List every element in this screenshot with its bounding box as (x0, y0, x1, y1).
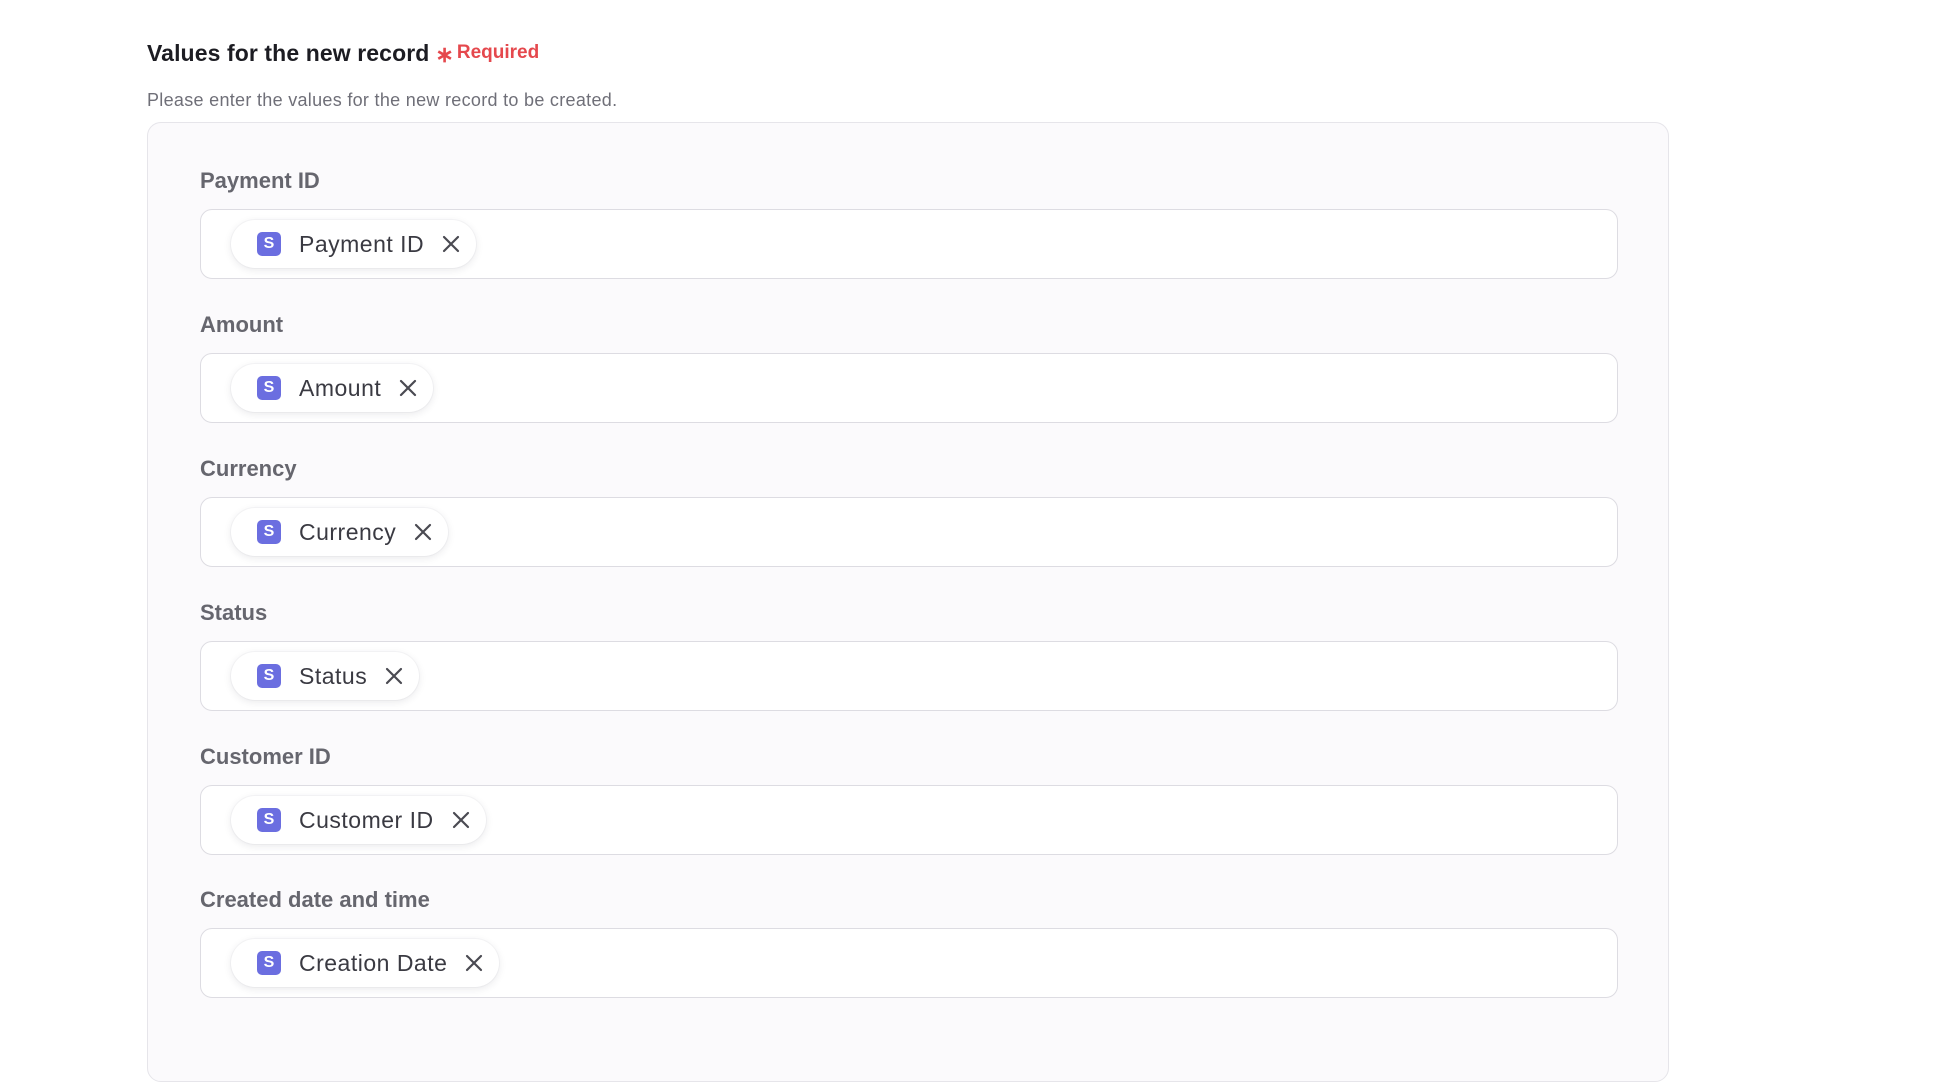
chip-label: Status (299, 662, 368, 689)
chip-label: Amount (299, 374, 382, 401)
field-payment-id: Payment ID S Payment ID (200, 167, 1618, 279)
field-label: Payment ID (200, 168, 320, 193)
stripe-s-icon: S (257, 520, 281, 544)
field-label: Customer ID (200, 744, 331, 769)
fields-panel: Payment ID S Payment ID Amount S Amount (147, 122, 1669, 1082)
chip-label: Currency (299, 518, 397, 545)
chip-label: Payment ID (299, 230, 425, 257)
close-icon[interactable] (440, 233, 462, 255)
status-input[interactable]: S Status (200, 641, 1618, 711)
stripe-s-icon: S (257, 664, 281, 688)
field-created-date: Created date and time S Creation Date (200, 886, 1618, 998)
field-label: Status (200, 600, 268, 625)
field-label: Amount (200, 312, 284, 337)
currency-input[interactable]: S Currency (200, 497, 1618, 567)
variable-chip[interactable]: S Payment ID (231, 220, 477, 268)
section-title: Values for the new record (147, 39, 430, 66)
variable-chip[interactable]: S Amount (231, 364, 434, 412)
required-star-icon: ∗ (435, 42, 454, 67)
stripe-s-icon: S (257, 232, 281, 256)
field-customer-id: Customer ID S Customer ID (200, 743, 1618, 855)
field-status: Status S Status (200, 599, 1618, 711)
payment-id-input[interactable]: S Payment ID (200, 209, 1618, 279)
field-amount: Amount S Amount (200, 311, 1618, 423)
stripe-s-icon: S (257, 808, 281, 832)
field-currency: Currency S Currency (200, 455, 1618, 567)
required-label: Required (456, 42, 540, 63)
customer-id-input[interactable]: S Customer ID (200, 785, 1618, 855)
variable-chip[interactable]: S Status (231, 652, 420, 700)
field-label: Currency (200, 456, 297, 481)
section-header: Values for the new record ∗ Required (147, 38, 1671, 68)
variable-chip[interactable]: S Creation Date (231, 939, 500, 987)
section-description: Please enter the values for the new reco… (147, 90, 618, 110)
close-icon[interactable] (412, 521, 434, 543)
variable-chip[interactable]: S Currency (231, 508, 449, 556)
close-icon[interactable] (397, 377, 419, 399)
created-date-input[interactable]: S Creation Date (200, 928, 1618, 998)
chip-label: Creation Date (299, 949, 448, 976)
values-section: Values for the new record ∗ Required Ple… (147, 38, 1671, 111)
chip-label: Customer ID (299, 806, 434, 833)
stripe-s-icon: S (257, 376, 281, 400)
stripe-s-icon: S (257, 951, 281, 975)
field-label: Created date and time (200, 887, 430, 912)
required-indicator: ∗ Required (435, 42, 540, 67)
close-icon[interactable] (450, 809, 472, 831)
amount-input[interactable]: S Amount (200, 353, 1618, 423)
variable-chip[interactable]: S Customer ID (231, 796, 486, 844)
close-icon[interactable] (463, 952, 485, 974)
close-icon[interactable] (383, 665, 405, 687)
